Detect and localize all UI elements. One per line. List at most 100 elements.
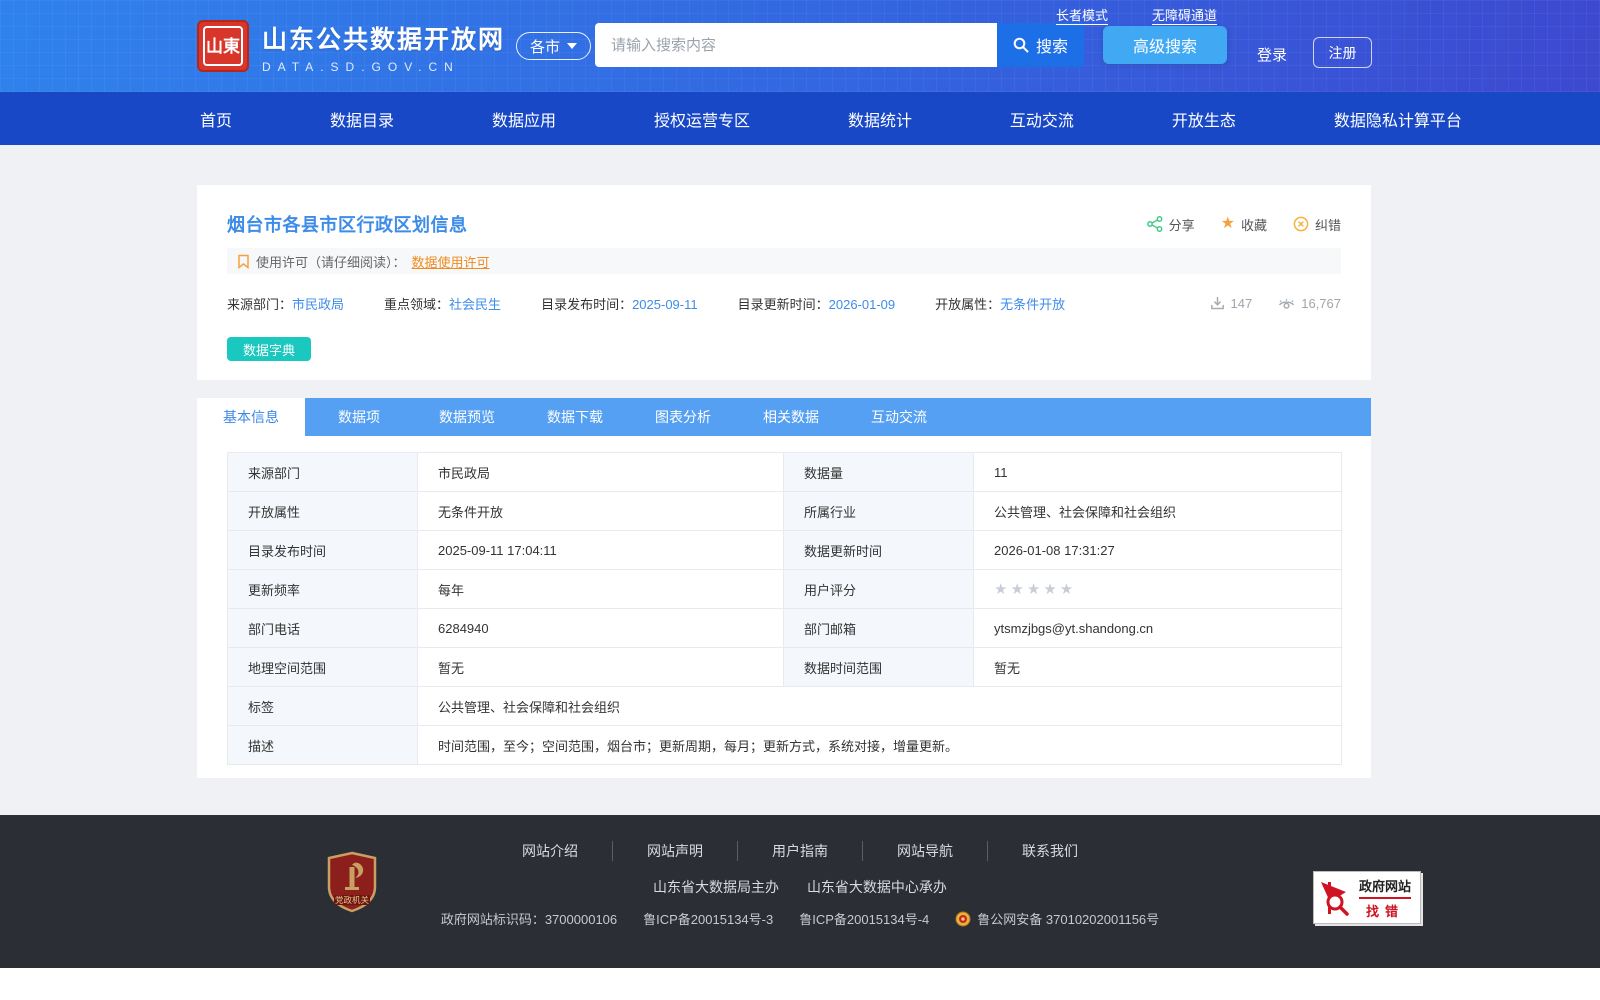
footer-links: 网站介绍 网站声明 用户指南 网站导航 联系我们 bbox=[0, 815, 1600, 861]
search-input[interactable] bbox=[595, 23, 997, 67]
footer-icp-2[interactable]: 鲁ICP备20015134号-4 bbox=[799, 909, 929, 928]
site-domain: DATA.SD.GOV.CN bbox=[262, 60, 505, 74]
footer-security: 鲁公网安备 37010202001156号 bbox=[955, 909, 1159, 928]
info-value: 每年 bbox=[418, 570, 784, 609]
party-gov-badge: 党政机关 bbox=[325, 851, 379, 913]
site-footer: 网站介绍 网站声明 用户指南 网站导航 联系我们 山东省大数据局主办 山东省大数… bbox=[0, 815, 1600, 968]
meta-update-label: 目录更新时间： bbox=[738, 297, 829, 312]
info-label: 目录发布时间 bbox=[228, 531, 418, 570]
site-header: 长者模式 无障碍通道 山東 山东公共数据开放网 DATA.SD.GOV.CN 各… bbox=[0, 0, 1600, 92]
license-label: 使用许可（请仔细阅读）： bbox=[256, 252, 406, 271]
share-button[interactable]: 分享 bbox=[1147, 215, 1195, 234]
nav-item-interaction[interactable]: 互动交流 bbox=[1010, 107, 1074, 131]
police-badge-icon bbox=[955, 910, 971, 928]
nav-item-authorized-operation[interactable]: 授权运营专区 bbox=[654, 107, 750, 131]
table-row: 来源部门 市民政局 数据量 11 bbox=[228, 453, 1342, 492]
detail-tabbar: 基本信息 数据项 数据预览 数据下载 图表分析 相关数据 互动交流 bbox=[197, 398, 1371, 436]
info-value: 公共管理、社会保障和社会组织 bbox=[418, 687, 1342, 726]
download-count: 147 bbox=[1210, 296, 1253, 311]
search-icon bbox=[1013, 37, 1029, 53]
utility-links: 长者模式 无障碍通道 bbox=[1056, 5, 1217, 24]
search-button-label: 搜索 bbox=[1036, 33, 1068, 57]
view-count: 16,767 bbox=[1278, 296, 1341, 311]
search-box bbox=[595, 23, 997, 67]
city-selector-dropdown[interactable]: 各市 bbox=[516, 32, 591, 60]
info-label: 来源部门 bbox=[228, 453, 418, 492]
license-link[interactable]: 数据使用许可 bbox=[412, 252, 490, 271]
tab-data-items[interactable]: 数据项 bbox=[305, 398, 413, 436]
login-link[interactable]: 登录 bbox=[1257, 44, 1287, 65]
info-value: 2025-09-11 17:04:11 bbox=[418, 531, 784, 570]
download-icon bbox=[1210, 296, 1225, 311]
info-value: 11 bbox=[974, 453, 1342, 492]
bottom-spacer bbox=[0, 968, 1600, 1000]
info-label: 用户评分 bbox=[784, 570, 974, 609]
correction-label: 纠错 bbox=[1315, 215, 1341, 234]
meta-source-value[interactable]: 市民政局 bbox=[292, 297, 344, 312]
main-nav: 首页 数据目录 数据应用 授权运营专区 数据统计 互动交流 开放生态 数据隐私计… bbox=[0, 92, 1600, 145]
info-label: 开放属性 bbox=[228, 492, 418, 531]
advanced-search-button[interactable]: 高级搜索 bbox=[1103, 26, 1227, 64]
accessibility-link[interactable]: 无障碍通道 bbox=[1152, 5, 1217, 24]
meta-publish-value: 2025-09-11 bbox=[632, 297, 698, 312]
info-value: 时间范围，至今；空间范围，烟台市；更新周期，每月；更新方式，系统对接，增量更新。 bbox=[418, 726, 1342, 765]
footer-link-sitemap[interactable]: 网站导航 bbox=[862, 841, 987, 861]
tab-interaction[interactable]: 互动交流 bbox=[845, 398, 953, 436]
gov-site-find-error-badge[interactable]: 政府网站 找错 bbox=[1313, 871, 1421, 924]
data-dictionary-button[interactable]: 数据字典 bbox=[227, 337, 311, 361]
favorite-button[interactable]: ★ 收藏 bbox=[1221, 215, 1267, 234]
error-circle-icon bbox=[1293, 216, 1309, 232]
info-label: 部门电话 bbox=[228, 609, 418, 648]
site-seal-logo: 山東 bbox=[197, 20, 249, 72]
main-content: 烟台市各县市区行政区划信息 分享 ★ 收藏 纠错 bbox=[0, 145, 1600, 815]
meta-openness-value[interactable]: 无条件开放 bbox=[1000, 297, 1065, 312]
dataset-summary-card: 烟台市各县市区行政区划信息 分享 ★ 收藏 纠错 bbox=[197, 185, 1371, 380]
rating-stars[interactable]: ★★★★★ bbox=[994, 581, 1076, 598]
tab-data-download[interactable]: 数据下载 bbox=[521, 398, 629, 436]
register-button[interactable]: 注册 bbox=[1313, 37, 1372, 68]
tab-data-preview[interactable]: 数据预览 bbox=[413, 398, 521, 436]
favorite-label: 收藏 bbox=[1241, 215, 1267, 234]
meta-update-value: 2026-01-09 bbox=[829, 297, 896, 312]
nav-item-home[interactable]: 首页 bbox=[200, 107, 232, 131]
site-title: 山东公共数据开放网 bbox=[262, 20, 505, 56]
info-value: ytsmzjbgs@yt.shandong.cn bbox=[974, 609, 1342, 648]
footer-security-text[interactable]: 鲁公网安备 37010202001156号 bbox=[977, 909, 1159, 928]
elder-mode-link[interactable]: 长者模式 bbox=[1056, 5, 1108, 24]
nav-item-privacy-computing[interactable]: 数据隐私计算平台 bbox=[1334, 107, 1462, 131]
table-row: 开放属性 无条件开放 所属行业 公共管理、社会保障和社会组织 bbox=[228, 492, 1342, 531]
footer-link-statement[interactable]: 网站声明 bbox=[612, 841, 737, 861]
meta-source-label: 来源部门： bbox=[227, 297, 292, 312]
footer-link-guide[interactable]: 用户指南 bbox=[737, 841, 862, 861]
footer-icp-1[interactable]: 鲁ICP备20015134号-3 bbox=[643, 909, 773, 928]
info-value: 市民政局 bbox=[418, 453, 784, 492]
nav-item-open-ecosystem[interactable]: 开放生态 bbox=[1172, 107, 1236, 131]
meta-domain-value[interactable]: 社会民生 bbox=[449, 297, 501, 312]
info-label: 更新频率 bbox=[228, 570, 418, 609]
site-brand: 山东公共数据开放网 DATA.SD.GOV.CN bbox=[262, 20, 505, 74]
nav-item-data-apps[interactable]: 数据应用 bbox=[492, 107, 556, 131]
nav-item-data-catalog[interactable]: 数据目录 bbox=[330, 107, 394, 131]
basic-info-table: 来源部门 市民政局 数据量 11 开放属性 无条件开放 所属行业 公共管理、社会… bbox=[227, 452, 1342, 765]
city-selector-label: 各市 bbox=[530, 36, 560, 57]
table-row: 更新频率 每年 用户评分 ★★★★★ bbox=[228, 570, 1342, 609]
info-value: 暂无 bbox=[974, 648, 1342, 687]
nav-item-data-statistics[interactable]: 数据统计 bbox=[848, 107, 912, 131]
meta-domain-label: 重点领域： bbox=[384, 297, 449, 312]
find-error-line1: 政府网站 bbox=[1359, 876, 1411, 899]
info-value: 暂无 bbox=[418, 648, 784, 687]
search-button[interactable]: 搜索 bbox=[997, 23, 1084, 67]
tab-chart-analysis[interactable]: 图表分析 bbox=[629, 398, 737, 436]
footer-link-about[interactable]: 网站介绍 bbox=[488, 841, 612, 861]
footer-sponsor: 山东省大数据局主办 bbox=[653, 879, 779, 895]
table-row: 描述 时间范围，至今；空间范围，烟台市；更新周期，每月；更新方式，系统对接，增量… bbox=[228, 726, 1342, 765]
info-value: 无条件开放 bbox=[418, 492, 784, 531]
seal-text: 山東 bbox=[203, 26, 243, 66]
tab-basic-info[interactable]: 基本信息 bbox=[197, 398, 305, 436]
view-count-value: 16,767 bbox=[1301, 296, 1341, 311]
correction-button[interactable]: 纠错 bbox=[1293, 215, 1341, 234]
footer-link-contact[interactable]: 联系我们 bbox=[987, 841, 1112, 861]
find-error-line2: 找错 bbox=[1366, 901, 1404, 920]
table-row: 地理空间范围 暂无 数据时间范围 暂无 bbox=[228, 648, 1342, 687]
tab-related-data[interactable]: 相关数据 bbox=[737, 398, 845, 436]
